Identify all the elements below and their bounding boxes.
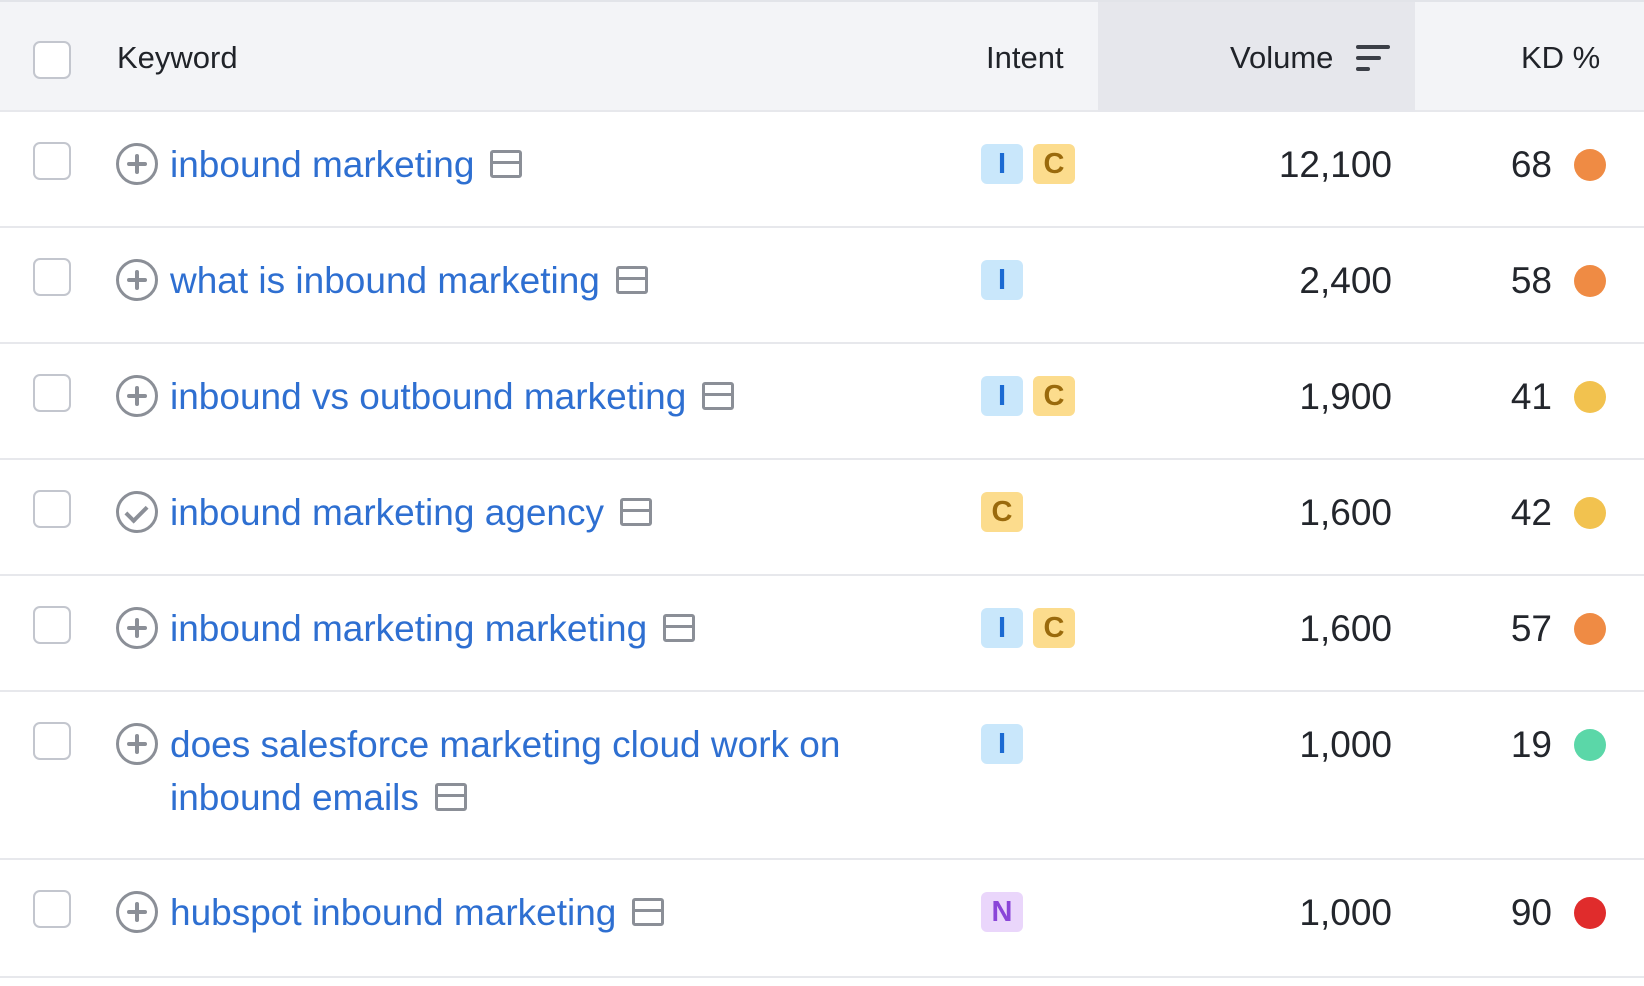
volume-value: 1,600 xyxy=(1299,492,1392,533)
kd-difficulty-dot-icon xyxy=(1574,729,1606,761)
volume-value: 1,900 xyxy=(1299,376,1392,417)
kd-difficulty-dot-icon xyxy=(1574,381,1606,413)
keyword-text-line: inbound emails xyxy=(170,777,419,818)
row-select-checkbox[interactable] xyxy=(33,890,71,928)
intent-badges: I xyxy=(981,724,1033,764)
serp-preview-icon[interactable] xyxy=(663,614,696,643)
keyword-link[interactable]: does salesforce marketing cloud work on i… xyxy=(170,718,950,824)
keyword-text-line: inbound marketing marketing xyxy=(170,608,648,649)
serp-preview-icon[interactable] xyxy=(615,266,648,295)
keyword-text-line: inbound marketing xyxy=(170,144,475,185)
table-row: what is inbound marketing I 2,400 58 xyxy=(0,228,1644,344)
serp-preview-icon[interactable] xyxy=(490,150,523,179)
add-circle-icon[interactable] xyxy=(116,375,158,417)
intent-badges: I xyxy=(981,260,1033,300)
keyword-link[interactable]: hubspot inbound marketing xyxy=(170,886,950,939)
volume-value: 12,100 xyxy=(1278,144,1392,185)
table-row: does salesforce marketing cloud work on i… xyxy=(0,692,1644,860)
serp-preview-icon[interactable] xyxy=(620,498,653,527)
keyword-text-line: hubspot inbound marketing xyxy=(170,892,617,933)
add-circle-icon[interactable] xyxy=(116,891,158,933)
keyword-text-line: does salesforce marketing cloud work on xyxy=(170,724,841,765)
intent-badges: N xyxy=(981,892,1033,932)
table-header: Keyword Intent Volume KD % xyxy=(0,0,1644,112)
keyword-text-line: what is inbound marketing xyxy=(170,260,600,301)
keyword-link[interactable]: inbound marketing xyxy=(170,138,950,191)
intent-badge-i[interactable]: I xyxy=(981,724,1023,764)
intent-badges: IC xyxy=(981,376,1085,416)
intent-badges: IC xyxy=(981,144,1085,184)
intent-badge-i[interactable]: I xyxy=(981,376,1023,416)
volume-value: 2,400 xyxy=(1299,260,1392,301)
intent-badge-i[interactable]: I xyxy=(981,608,1023,648)
intent-badge-i[interactable]: I xyxy=(981,260,1023,300)
serp-preview-icon[interactable] xyxy=(702,382,735,411)
row-select-checkbox[interactable] xyxy=(33,374,71,412)
keyword-link[interactable]: what is inbound marketing xyxy=(170,254,950,307)
add-circle-icon[interactable] xyxy=(116,143,158,185)
keyword-link[interactable]: inbound marketing marketing xyxy=(170,602,950,655)
table-row: inbound marketing I C 12,100 68 xyxy=(0,112,1644,228)
intent-badge-c[interactable]: C xyxy=(981,492,1023,532)
intent-badge-n[interactable]: N xyxy=(981,892,1023,932)
kd-value: 41 xyxy=(1510,376,1552,417)
keyword-text-line: inbound vs outbound marketing xyxy=(170,376,687,417)
keyword-text-line: inbound marketing agency xyxy=(170,492,605,533)
intent-badges: IC xyxy=(981,608,1085,648)
kd-value: 58 xyxy=(1510,260,1552,301)
volume-column-header[interactable]: Volume xyxy=(1230,36,1333,80)
row-select-checkbox[interactable] xyxy=(33,258,71,296)
kd-difficulty-dot-icon xyxy=(1574,265,1606,297)
kd-difficulty-dot-icon xyxy=(1574,613,1606,645)
checked-circle-icon[interactable] xyxy=(116,491,158,533)
intent-badge-c[interactable]: C xyxy=(1033,608,1075,648)
kd-difficulty-dot-icon xyxy=(1574,497,1606,529)
intent-column-header[interactable]: Intent xyxy=(986,36,1064,80)
table-row: hubspot inbound marketing N 1,000 90 xyxy=(0,860,1644,978)
kd-value: 42 xyxy=(1510,492,1552,533)
kd-value: 90 xyxy=(1510,892,1552,933)
kd-value: 57 xyxy=(1510,608,1552,649)
keyword-link[interactable]: inbound vs outbound marketing xyxy=(170,370,950,423)
intent-badges: C xyxy=(981,492,1033,532)
add-circle-icon[interactable] xyxy=(116,723,158,765)
serp-preview-icon[interactable] xyxy=(434,783,467,812)
row-select-checkbox[interactable] xyxy=(33,142,71,180)
add-circle-icon[interactable] xyxy=(116,259,158,301)
sort-descending-icon[interactable] xyxy=(1356,44,1390,74)
kd-difficulty-dot-icon xyxy=(1574,897,1606,929)
kd-difficulty-dot-icon xyxy=(1574,149,1606,181)
table-row: inbound marketing marketing I C 1,600 57 xyxy=(0,576,1644,692)
row-select-checkbox[interactable] xyxy=(33,606,71,644)
intent-badge-c[interactable]: C xyxy=(1033,376,1075,416)
add-circle-icon[interactable] xyxy=(116,607,158,649)
row-select-checkbox[interactable] xyxy=(33,722,71,760)
keyword-column-header[interactable]: Keyword xyxy=(117,36,238,80)
volume-value: 1,600 xyxy=(1299,608,1392,649)
volume-value: 1,000 xyxy=(1299,892,1392,933)
serp-preview-icon[interactable] xyxy=(632,898,665,927)
kd-value: 68 xyxy=(1510,144,1552,185)
kd-value: 19 xyxy=(1510,724,1552,765)
intent-badge-i[interactable]: I xyxy=(981,144,1023,184)
kd-column-header[interactable]: KD % xyxy=(1521,36,1600,80)
table-row: inbound marketing agency C 1,600 42 xyxy=(0,460,1644,576)
table-row: inbound vs outbound marketing I C 1,900 41 xyxy=(0,344,1644,460)
row-select-checkbox[interactable] xyxy=(33,490,71,528)
keyword-link[interactable]: inbound marketing agency xyxy=(170,486,950,539)
select-all-checkbox[interactable] xyxy=(33,41,71,79)
volume-value: 1,000 xyxy=(1299,724,1392,765)
intent-badge-c[interactable]: C xyxy=(1033,144,1075,184)
keyword-table: Keyword Intent Volume KD % inbound marke… xyxy=(0,0,1644,986)
